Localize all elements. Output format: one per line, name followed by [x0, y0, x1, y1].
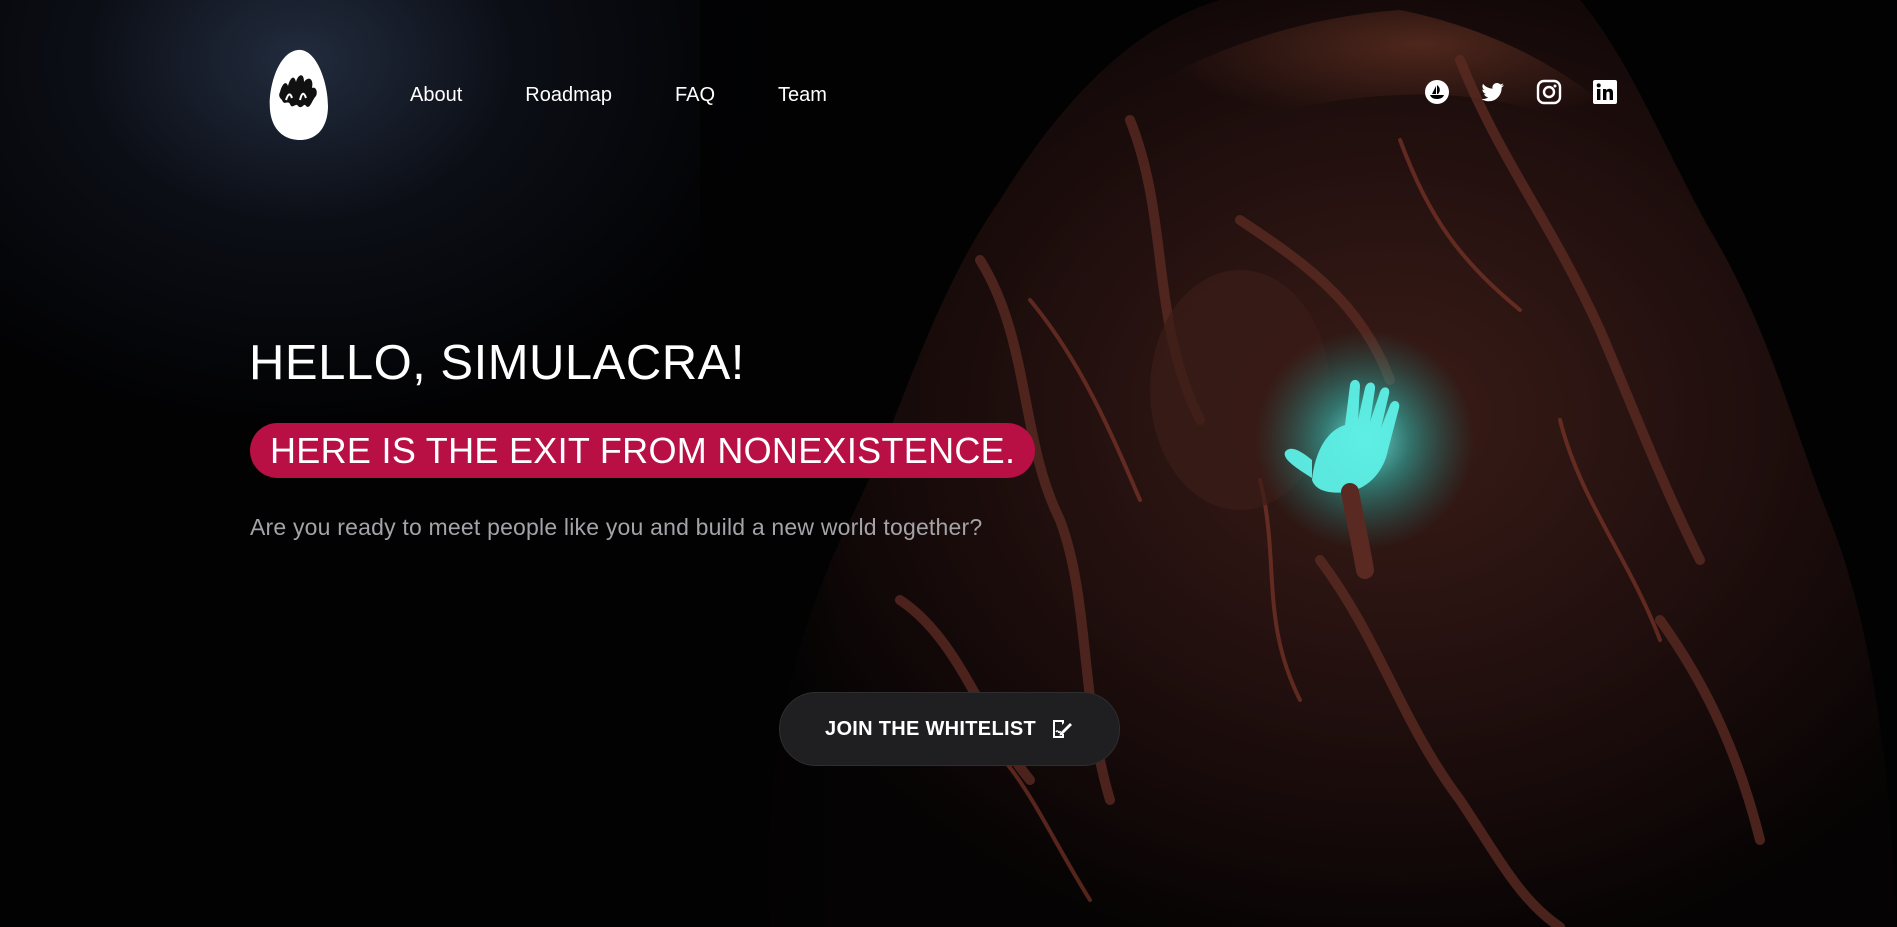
hero-subtitle: Are you ready to meet people like you an…: [250, 514, 983, 540]
instagram-icon[interactable]: [1536, 79, 1562, 105]
join-whitelist-label: JOIN THE WHITELIST: [825, 717, 1036, 740]
join-whitelist-button[interactable]: JOIN THE WHITELIST: [779, 692, 1120, 766]
signature-edit-icon: [1052, 720, 1072, 738]
opensea-icon[interactable]: [1424, 79, 1450, 105]
main-navigation: About Roadmap FAQ Team: [410, 82, 890, 108]
social-links: [1424, 79, 1618, 105]
simulacra-logo-icon[interactable]: [266, 48, 330, 142]
hero-tagline-badge: HERE IS THE EXIT FROM NONEXISTENCE.: [250, 423, 1036, 478]
hero-headline: HELLO, SIMULACRA!: [249, 336, 745, 390]
nav-roadmap-link[interactable]: Roadmap: [525, 82, 612, 108]
twitter-icon[interactable]: [1480, 79, 1506, 105]
nav-faq-link[interactable]: FAQ: [675, 82, 715, 108]
nav-about-link[interactable]: About: [410, 82, 462, 108]
landing-page: About Roadmap FAQ Team HELLO, SIMULACRA!…: [0, 0, 1897, 927]
nav-team-link[interactable]: Team: [778, 82, 827, 108]
linkedin-icon[interactable]: [1592, 79, 1618, 105]
